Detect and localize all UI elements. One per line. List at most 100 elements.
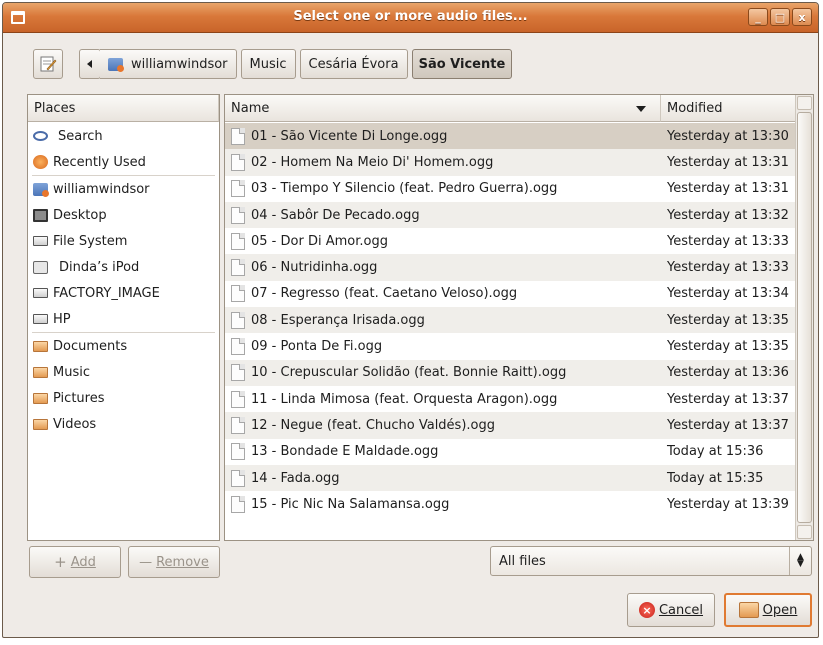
folder-icon [33, 366, 48, 378]
cancel-button[interactable]: × Cancel [627, 593, 715, 627]
crumb-label: São Vicente [418, 56, 506, 72]
file-modified: Yesterday at 13:37 [667, 417, 789, 433]
place-label: Recently Used [53, 154, 146, 170]
place-label: Music [53, 364, 90, 380]
place-pictures[interactable]: Pictures [28, 385, 219, 411]
remove-bookmark-button[interactable]: — Remove [128, 546, 220, 578]
search-icon [33, 131, 48, 141]
button-label: Add [70, 554, 96, 570]
file-modified: Yesterday at 13:31 [667, 181, 789, 197]
table-row[interactable]: 08 - Esperança Irisada.ogg Yesterday at 1… [225, 307, 797, 334]
audio-file-icon [231, 311, 245, 329]
place-music[interactable]: Music [28, 359, 219, 385]
audio-file-icon [231, 416, 245, 434]
file-name: 01 - São Vicente Di Longe.ogg [251, 128, 448, 144]
table-row[interactable]: 04 - Sabôr De Pecado.ogg Yesterday at 13:… [225, 201, 797, 229]
file-name: 10 - Crepuscular Solidão (feat. Bonnie R… [251, 365, 567, 381]
folder-icon [33, 340, 48, 352]
file-modified: Yesterday at 13:33 [667, 233, 789, 249]
place-factory-image[interactable]: FACTORY_IMAGE [28, 280, 219, 306]
file-modified: Today at 15:36 [667, 444, 764, 460]
file-modified: Yesterday at 13:36 [667, 365, 789, 381]
file-name: 15 - Pic Nic Na Salamansa.ogg [251, 496, 450, 512]
table-row[interactable]: 11 - Linda Mimosa (feat. Orquesta Aragon… [225, 386, 797, 412]
file-name: 03 - Tiempo Y Silencio (feat. Pedro Guer… [251, 181, 558, 197]
scroll-down-button[interactable] [797, 525, 812, 539]
table-row[interactable]: 14 - Fada.ogg Today at 15:35 [225, 464, 797, 492]
place-desktop[interactable]: Desktop [28, 202, 219, 228]
file-modified: Yesterday at 13:35 [667, 339, 789, 355]
place-documents[interactable]: Documents [28, 333, 219, 359]
file-name: 13 - Bondade E Maldade.ogg [251, 444, 439, 460]
file-name: 08 - Esperança Irisada.ogg [251, 312, 425, 328]
scrollbar-thumb[interactable] [797, 112, 812, 523]
titlebar[interactable]: Select one or more audio files... _ □ x [3, 3, 818, 33]
type-location-button[interactable] [33, 49, 63, 79]
place-label: FACTORY_IMAGE [53, 285, 160, 301]
place-hp[interactable]: HP [28, 306, 219, 332]
folder-icon [33, 418, 48, 430]
file-modified: Yesterday at 13:33 [667, 260, 789, 276]
file-modified: Yesterday at 13:37 [667, 391, 789, 407]
file-name: 05 - Dor Di Amor.ogg [251, 233, 388, 249]
maximize-button[interactable]: □ [770, 8, 790, 26]
place-recently-used[interactable]: Recently Used [28, 149, 219, 175]
places-header[interactable]: Places [28, 95, 219, 122]
crumb-music[interactable]: Music [240, 49, 296, 79]
place-ipod[interactable]: Dinda’s iPod [28, 254, 219, 280]
table-row[interactable]: 06 - Nutridinha.ogg Yesterday at 13:33 [225, 254, 797, 281]
file-name: 02 - Homem Na Meio Di' Homem.ogg [251, 154, 494, 170]
table-row[interactable]: 01 - São Vicente Di Longe.ogg Yesterday a… [225, 123, 797, 150]
audio-file-icon [231, 495, 245, 513]
table-row[interactable]: 10 - Crepuscular Solidão (feat. Bonnie R… [225, 359, 797, 386]
table-row[interactable]: 05 - Dor Di Amor.ogg Yesterday at 13:33 [225, 228, 797, 254]
cancel-icon: × [638, 602, 655, 618]
place-file-system[interactable]: File System [28, 228, 219, 254]
audio-file-icon [231, 232, 245, 250]
column-header-name[interactable]: Name [225, 95, 661, 122]
table-row[interactable]: 12 - Negue (feat. Chucho Valdés).ogg Yest… [225, 412, 797, 439]
place-label: File System [53, 233, 128, 249]
place-search[interactable]: Search [28, 123, 219, 149]
add-bookmark-button[interactable]: + Add [29, 546, 121, 578]
audio-file-icon [231, 206, 245, 224]
place-label: Search [58, 128, 103, 144]
places-header-label: Places [34, 100, 76, 116]
chevron-updown-icon: ▲ ▼ [789, 547, 811, 575]
scroll-up-button[interactable] [797, 96, 812, 110]
vertical-scrollbar[interactable] [795, 95, 813, 540]
place-videos[interactable]: Videos [28, 411, 219, 437]
file-modified: Yesterday at 13:30 [667, 128, 789, 144]
place-home[interactable]: williamwindsor [28, 176, 219, 202]
place-label: Documents [53, 338, 128, 354]
crumb-sao-vicente[interactable]: São Vicente [411, 49, 513, 79]
place-label: williamwindsor [53, 181, 150, 197]
ipod-icon [33, 260, 48, 274]
close-button[interactable]: x [792, 8, 812, 26]
minimize-button[interactable]: _ [748, 8, 768, 26]
table-row[interactable]: 03 - Tiempo Y Silencio (feat. Pedro Guer… [225, 176, 797, 202]
audio-file-icon [231, 285, 245, 303]
audio-file-icon [231, 180, 245, 198]
file-modified: Yesterday at 13:32 [667, 207, 789, 223]
button-label: Remove [156, 554, 209, 570]
place-label: Dinda’s iPod [59, 259, 140, 275]
drive-icon [33, 314, 48, 324]
place-label: Pictures [53, 390, 105, 406]
file-modified: Yesterday at 13:34 [667, 286, 789, 302]
crumb-cesaria-evora[interactable]: Cesária Évora [299, 49, 408, 79]
table-row[interactable]: 02 - Homem Na Meio Di' Homem.ogg Yesterda… [225, 149, 797, 176]
table-row[interactable]: 13 - Bondade E Maldade.ogg Today at 15:36 [225, 439, 797, 465]
column-header-modified[interactable]: Modified [661, 95, 797, 122]
open-folder-icon [738, 602, 759, 618]
table-row[interactable]: 15 - Pic Nic Na Salamansa.ogg Yesterday a… [225, 491, 797, 517]
sort-descending-icon [636, 106, 646, 112]
file-type-filter[interactable]: All files ▲ ▼ [490, 546, 812, 576]
window-title: Select one or more audio files... [293, 9, 528, 24]
open-button[interactable]: Open [724, 593, 812, 627]
table-row[interactable]: 09 - Ponta De Fi.ogg Yesterday at 13:35 [225, 333, 797, 359]
file-name: 09 - Ponta De Fi.ogg [251, 339, 383, 355]
table-row[interactable]: 07 - Regresso (feat. Caetano Veloso).ogg… [225, 281, 797, 307]
crumb-home[interactable]: williamwindsor [100, 49, 237, 79]
path-scroll-left-button[interactable] [79, 49, 101, 79]
